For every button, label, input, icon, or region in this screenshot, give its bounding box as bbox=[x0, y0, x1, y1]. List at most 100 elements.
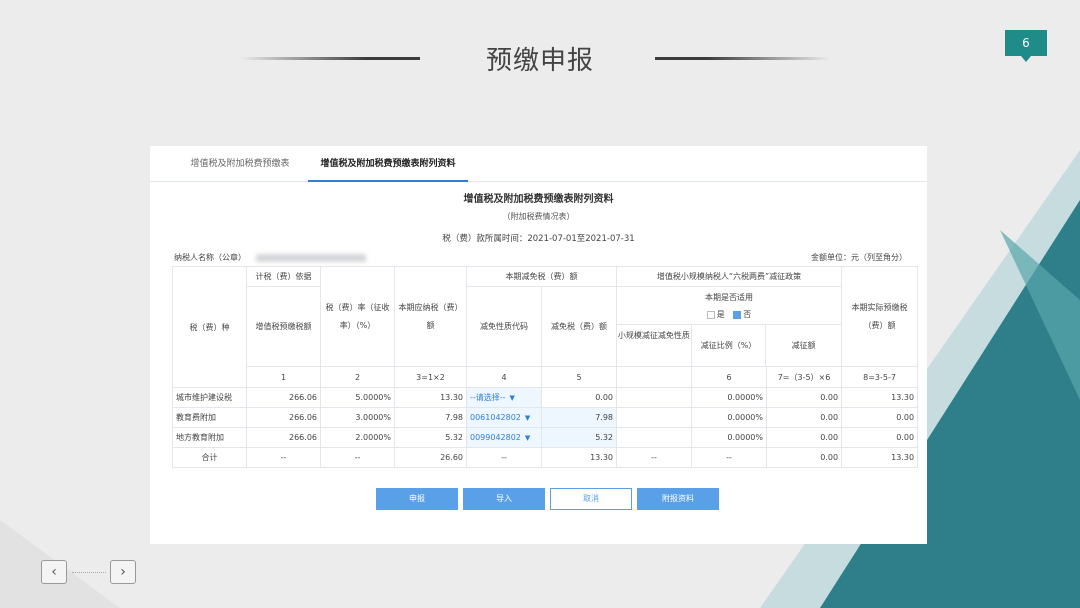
slide-header: 预缴申报 bbox=[0, 40, 1080, 76]
checkbox-no[interactable] bbox=[733, 310, 742, 319]
dropdown-arrow-icon: ▼ bbox=[524, 414, 531, 422]
total-actual: 13.30 bbox=[841, 447, 919, 468]
header-small-amount: 减征额 bbox=[791, 341, 816, 350]
table-row: 教育费附加 266.06 3.0000% 7.98 0061042802 ▼ 7.… bbox=[172, 407, 919, 428]
reduction-code-value: 0061042802 bbox=[470, 413, 521, 422]
slide-title: 预缴申报 bbox=[485, 46, 594, 76]
reduction-code-value: --请选择-- bbox=[470, 393, 506, 402]
row-rate: 2.0000% bbox=[320, 427, 395, 448]
row-rate: 3.0000% bbox=[320, 407, 395, 428]
header-actual: 本期实际预缴税（费）额 bbox=[841, 266, 919, 367]
row-basis: 266.06 bbox=[246, 427, 321, 448]
next-slide-button[interactable]: › bbox=[110, 560, 136, 584]
row-nature bbox=[616, 407, 692, 428]
row-basis: 266.06 bbox=[246, 387, 321, 408]
header-payable: 本期应纳税（费）额 bbox=[394, 266, 467, 367]
row-payable: 13.30 bbox=[394, 387, 467, 408]
header-applicable: 本期是否适用 bbox=[705, 293, 754, 302]
submit-button[interactable]: 申报 bbox=[376, 488, 458, 510]
title-line-right bbox=[655, 57, 830, 60]
taxpayer-name-redacted bbox=[256, 253, 366, 262]
total-ratio: -- bbox=[691, 447, 767, 468]
taxpayer-name: 纳税人名称（公章） bbox=[174, 252, 366, 263]
form-subtitle: （附加税费情况表） bbox=[502, 212, 575, 221]
attach-materials-button[interactable]: 附报资料 bbox=[637, 488, 719, 510]
header-basis-group: 计税（费）依据 bbox=[246, 266, 321, 287]
checkbox-yes-label: 是 bbox=[716, 310, 725, 319]
total-nature: -- bbox=[616, 447, 692, 468]
cancel-button[interactable]: 取消 bbox=[550, 488, 632, 510]
row-reduce[interactable]: 5.32 bbox=[541, 427, 617, 448]
total-reduce: 13.30 bbox=[541, 447, 617, 468]
reduction-code-select[interactable]: 0099042802 ▼ bbox=[466, 427, 542, 448]
row-nature bbox=[616, 427, 692, 448]
total-code: -- bbox=[466, 447, 542, 468]
header-small-ratio: 减征比例（%） bbox=[692, 325, 767, 366]
header-tax-type: 税（费）种 bbox=[172, 266, 247, 388]
col-number: 8=3-5-7 bbox=[841, 366, 919, 388]
tab-prepayment-form[interactable]: 增值税及附加税费预缴表 bbox=[180, 146, 300, 182]
row-name: 城市维护建设税 bbox=[172, 387, 247, 408]
col-number: 1 bbox=[246, 366, 321, 388]
row-rate: 5.0000% bbox=[320, 387, 395, 408]
row-reduce: 0.00 bbox=[541, 387, 617, 408]
row-small: 0.00 bbox=[765, 407, 843, 428]
header-small-sub: 本期是否适用 是 否 小规模减征减免性质 减征比例（%） 减征额 bbox=[615, 286, 843, 367]
tax-period: 税（费）款所属时间：2021-07-01至2021-07-31 bbox=[442, 234, 635, 244]
col-number: 2 bbox=[320, 366, 395, 388]
chevron-right-icon: › bbox=[120, 564, 126, 580]
dropdown-arrow-icon: ▼ bbox=[524, 434, 531, 442]
row-payable: 5.32 bbox=[394, 427, 467, 448]
total-basis: -- bbox=[246, 447, 321, 468]
header-reduction-code: 减免性质代码 bbox=[466, 286, 542, 367]
row-ratio: 0.0000% bbox=[691, 427, 767, 448]
row-payable: 7.98 bbox=[394, 407, 467, 428]
header-rate: 税（费）率（征收率）（%） bbox=[320, 266, 395, 367]
row-ratio: 0.0000% bbox=[691, 407, 767, 428]
row-actual: 13.30 bbox=[841, 387, 919, 408]
chevron-left-icon: ‹ bbox=[51, 564, 57, 580]
nav-divider bbox=[72, 572, 106, 573]
amount-unit: 金额单位：元（列至角分） bbox=[811, 253, 907, 262]
row-reduce[interactable]: 7.98 bbox=[541, 407, 617, 428]
row-nature bbox=[616, 387, 692, 408]
col-number-empty bbox=[616, 366, 692, 388]
row-small: 0.00 bbox=[765, 427, 843, 448]
header-basis: 增值税预缴税额 bbox=[246, 286, 321, 367]
col-number: 3=1×2 bbox=[394, 366, 467, 388]
dropdown-arrow-icon: ▼ bbox=[509, 394, 515, 402]
reduction-code-select[interactable]: --请选择-- ▼ bbox=[466, 387, 542, 408]
reduction-code-value: 0099042802 bbox=[470, 433, 521, 442]
tab-attached-info[interactable]: 增值税及附加税费预缴表附列资料 bbox=[308, 146, 468, 182]
page-number-badge: 6 bbox=[1005, 30, 1047, 62]
import-button[interactable]: 导入 bbox=[463, 488, 545, 510]
total-small: 0.00 bbox=[765, 447, 843, 468]
row-actual: 0.00 bbox=[841, 407, 919, 428]
prev-slide-button[interactable]: ‹ bbox=[41, 560, 67, 584]
checkbox-yes[interactable] bbox=[706, 310, 715, 319]
taxpayer-label: 纳税人名称（公章） bbox=[174, 253, 246, 262]
total-payable: 26.60 bbox=[394, 447, 467, 468]
total-rate: -- bbox=[320, 447, 395, 468]
col-number: 5 bbox=[541, 366, 617, 388]
checkbox-no-label: 否 bbox=[743, 310, 752, 319]
reduction-code-select[interactable]: 0061042802 ▼ bbox=[466, 407, 542, 428]
row-small: 0.00 bbox=[765, 387, 843, 408]
table-row: 地方教育附加 266.06 2.0000% 5.32 0099042802 ▼ 5… bbox=[172, 427, 919, 448]
col-number: 6 bbox=[691, 366, 767, 388]
header-reduction-group: 本期减免税（费）额 bbox=[466, 266, 617, 287]
header-reduction-amount: 减免税（费）额 bbox=[541, 286, 617, 367]
form-title: 增值税及附加税费预缴表附列资料 bbox=[463, 194, 614, 205]
col-number: 7=（3-5）×6 bbox=[765, 366, 843, 388]
table-row: 城市维护建设税 266.06 5.0000% 13.30 --请选择-- ▼ 0.… bbox=[172, 387, 919, 408]
row-basis: 266.06 bbox=[246, 407, 321, 428]
header-small-nature: 小规模减征减免性质 bbox=[618, 325, 692, 366]
applicable-options: 是 否 bbox=[618, 309, 841, 320]
table-total-row: 合计 -- -- 26.60 -- 13.30 -- -- 0.00 13.30 bbox=[172, 447, 919, 468]
row-name: 教育费附加 bbox=[172, 407, 247, 428]
total-name: 合计 bbox=[172, 447, 247, 468]
tax-form-panel: 增值税及附加税费预缴表 增值税及附加税费预缴表附列资料 增值税及附加税费预缴表附… bbox=[150, 146, 927, 544]
header-small-group: 增值税小规模纳税人“六税两费”减征政策 bbox=[615, 266, 843, 287]
row-ratio: 0.0000% bbox=[691, 387, 767, 408]
row-actual: 0.00 bbox=[841, 427, 919, 448]
